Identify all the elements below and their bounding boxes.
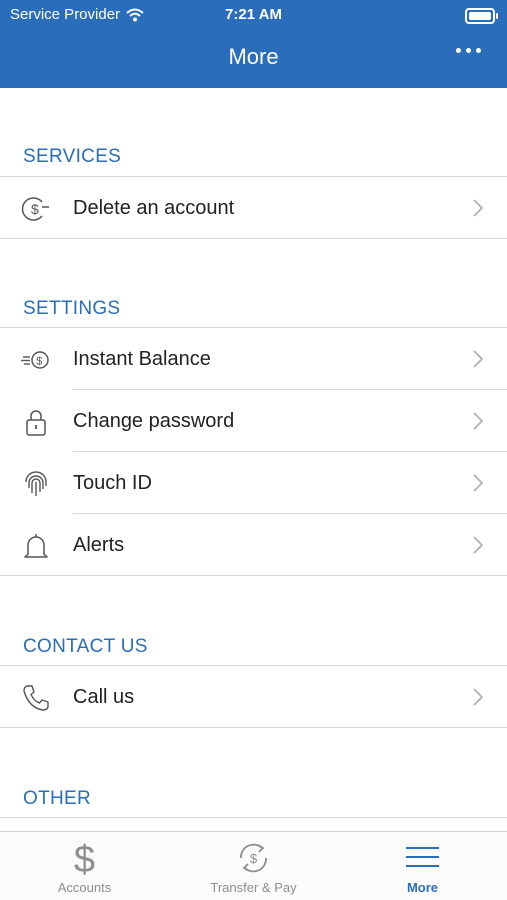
transfer-icon: $ <box>240 843 267 873</box>
bell-icon <box>24 534 48 558</box>
fingerprint-icon <box>25 471 47 496</box>
tab-more[interactable]: More <box>338 832 507 900</box>
chevron-right-icon <box>473 350 483 368</box>
chevron-right-icon <box>473 536 483 554</box>
page-title: More <box>228 44 279 69</box>
row-change-password[interactable]: Change password <box>0 390 507 452</box>
row-alerts[interactable]: Alerts <box>0 514 507 576</box>
tab-label: More <box>406 880 439 895</box>
hamburger-icon <box>406 847 439 867</box>
chevron-right-icon <box>473 412 483 430</box>
settings-list: SERVICES $ Delete an account SETTINGS $ … <box>0 88 507 832</box>
chevron-right-icon <box>473 688 483 706</box>
row-touch-id[interactable]: Touch ID <box>0 452 507 514</box>
row-label: Change password <box>73 410 235 432</box>
chevron-right-icon <box>473 199 483 217</box>
tab-label: Accounts <box>57 880 112 895</box>
section-header-other: OTHER <box>23 788 91 809</box>
svg-text:$: $ <box>74 839 95 878</box>
tab-transfer-pay[interactable]: $ Transfer & Pay <box>169 832 338 900</box>
status-bar: Service Provider 7:21 AM <box>0 0 507 30</box>
tab-label: Transfer & Pay <box>210 880 297 895</box>
row-label: Touch ID <box>73 472 152 494</box>
status-time: 7:21 AM <box>225 6 282 23</box>
row-call-us[interactable]: Call us <box>0 666 507 728</box>
tab-bar: $ Accounts $ Transfer & Pay More <box>0 831 507 900</box>
svg-text:$: $ <box>250 851 258 866</box>
svg-text:$: $ <box>31 201 39 217</box>
row-label: Instant Balance <box>73 348 211 370</box>
svg-text:$: $ <box>36 356 42 368</box>
instant-balance-icon: $ <box>21 351 49 369</box>
chevron-right-icon <box>473 474 483 492</box>
section-header-services: SERVICES <box>23 146 122 167</box>
top-bar: Service Provider 7:21 AM More <box>0 0 507 88</box>
row-label: Call us <box>73 686 135 708</box>
row-label: Alerts <box>73 534 125 556</box>
section-header-settings: SETTINGS <box>23 298 121 319</box>
row-label: Delete an account <box>73 197 235 219</box>
lock-icon <box>26 410 46 436</box>
more-dots-icon[interactable] <box>456 48 481 53</box>
dollar-icon: $ <box>74 839 95 878</box>
phone-icon <box>23 685 49 711</box>
dollar-circle-icon: $ <box>21 197 49 221</box>
tab-accounts[interactable]: $ Accounts <box>0 832 169 900</box>
row-instant-balance[interactable]: $ Instant Balance <box>0 328 507 390</box>
row-delete-account[interactable]: $ Delete an account <box>0 177 507 239</box>
battery-icon <box>465 8 498 24</box>
section-header-contact: CONTACT US <box>23 636 148 657</box>
